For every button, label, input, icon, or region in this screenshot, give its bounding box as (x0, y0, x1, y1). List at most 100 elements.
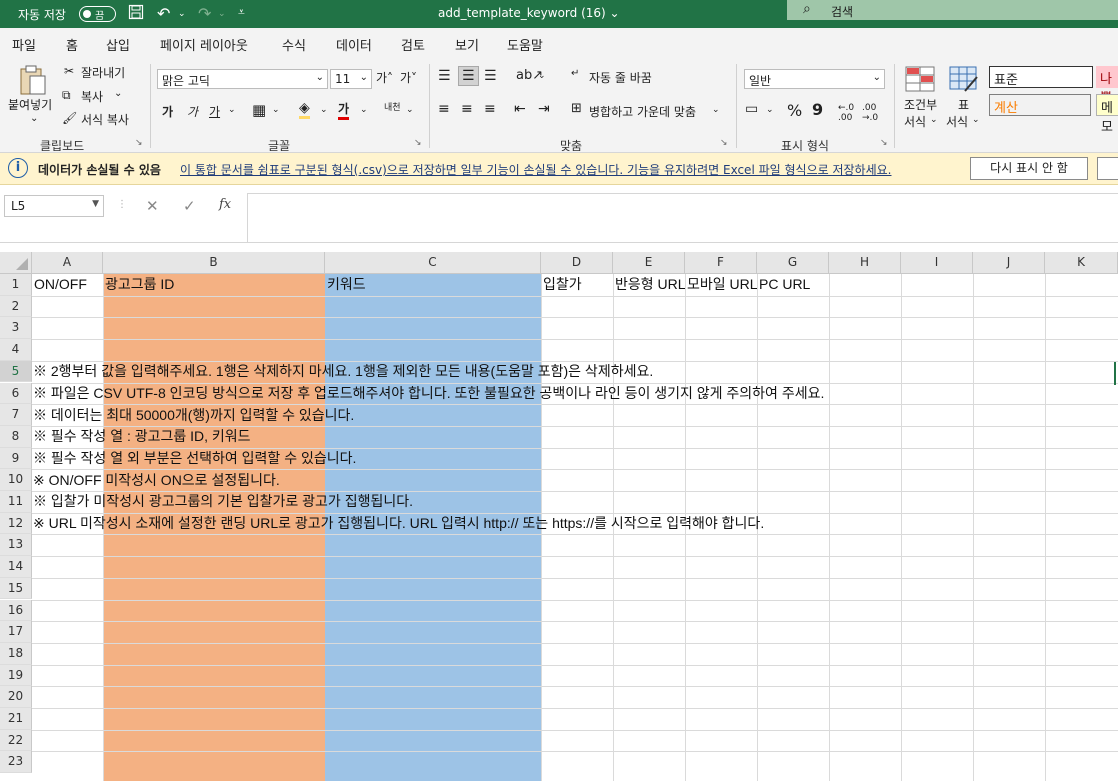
column-header-f[interactable]: F (685, 252, 757, 274)
cell-e1[interactable]: 반응형 URL (613, 274, 685, 295)
align-center-icon[interactable]: ≡ (461, 101, 473, 117)
customize-toolbar-icon[interactable]: ⩡ (238, 5, 245, 20)
row-header[interactable]: 7 (0, 404, 32, 426)
row-header[interactable]: 2 (0, 295, 32, 318)
increase-decimal-icon[interactable]: ←.0.00 (838, 103, 854, 123)
decrease-font-icon[interactable]: 가˅ (400, 69, 417, 86)
style-note[interactable]: 메모 (1096, 94, 1118, 135)
align-bottom-icon[interactable]: ☰ (484, 68, 497, 84)
wrap-text-button[interactable]: 자동 줄 바꿈 (589, 69, 652, 86)
cell-c1[interactable]: 키워드 (325, 274, 541, 295)
tab-help[interactable]: 도움말 (507, 35, 543, 54)
select-all-button[interactable] (0, 252, 32, 274)
column-header-h[interactable]: H (829, 252, 901, 274)
tab-file[interactable]: 파일 (12, 35, 36, 54)
row-header[interactable]: 8 (0, 425, 32, 448)
row-header[interactable]: 23 (0, 751, 32, 774)
column-header-e[interactable]: E (613, 252, 685, 274)
bold-button[interactable]: 가 (162, 103, 173, 120)
row-header[interactable]: 12 (0, 512, 32, 535)
decrease-indent-icon[interactable]: ⇤ (514, 101, 526, 117)
column-header-c[interactable]: C (325, 252, 541, 274)
column-header-k[interactable]: K (1045, 252, 1118, 274)
tab-formulas[interactable]: 수식 (282, 35, 306, 54)
column-header-d[interactable]: D (541, 252, 613, 274)
align-left-icon[interactable]: ≡ (438, 101, 450, 117)
insert-function-icon[interactable]: fx (219, 197, 231, 212)
cell-a9[interactable]: ※ 필수 작성 열 외 부분은 선택하여 입력할 수 있습니다. (33, 448, 356, 469)
number-launcher-icon[interactable]: ↘ (880, 138, 888, 148)
orientation-dropdown-icon[interactable]: ⌄ (538, 71, 546, 81)
style-normal[interactable]: 표준 (989, 66, 1093, 88)
cell-a12[interactable]: ※ URL 미작성시 소재에 설정한 랜딩 URL로 광고가 집행됩니다. UR… (33, 513, 764, 534)
row-header[interactable]: 22 (0, 729, 32, 752)
row-header[interactable]: 13 (0, 534, 32, 557)
increase-font-icon[interactable]: 가˄ (376, 69, 393, 86)
format-as-table-icon[interactable] (949, 66, 979, 95)
conditional-format-button[interactable]: 조건부 (904, 96, 937, 113)
row-header[interactable]: 19 (0, 664, 32, 687)
row-header[interactable]: 5 (0, 360, 32, 383)
row-header[interactable]: 15 (0, 577, 32, 600)
border-dropdown-icon[interactable]: ⌄ (272, 105, 280, 115)
cell-a5[interactable]: ※ 2행부터 값을 입력해주세요. 1행은 삭제하지 마세요. 1행을 제외한 … (33, 361, 653, 382)
column-header-i[interactable]: I (901, 252, 973, 274)
comma-button[interactable]: 9 (812, 100, 823, 119)
increase-indent-icon[interactable]: ⇥ (538, 101, 550, 117)
font-color-dropdown-icon[interactable]: ⌄ (360, 105, 368, 115)
cell-a8[interactable]: ※ 필수 작성 열 : 광고그룹 ID, 키워드 (33, 426, 251, 447)
border-icon[interactable]: ▦ (252, 101, 266, 119)
undo-dropdown-icon[interactable]: ⌄ (178, 9, 186, 19)
fill-color-dropdown-icon[interactable]: ⌄ (320, 105, 328, 115)
cell-a10[interactable]: ※ ON/OFF 미작성시 ON으로 설정됩니다. (33, 470, 280, 491)
tab-review[interactable]: 검토 (401, 35, 425, 54)
format-as-table-sub[interactable]: 서식 (946, 113, 968, 130)
row-header[interactable]: 6 (0, 382, 32, 405)
font-name-select[interactable]: 맑은 고딕 ⌄ (157, 69, 328, 89)
search-box[interactable]: ⌕ 검색 (787, 0, 1118, 20)
font-color-button[interactable]: 가 (338, 100, 350, 120)
row-header[interactable]: 4 (0, 339, 32, 361)
row-header[interactable]: 17 (0, 621, 32, 643)
fill-color-icon[interactable]: ◈ (299, 100, 310, 119)
row-header[interactable]: 14 (0, 556, 32, 578)
save-icon[interactable] (128, 4, 144, 24)
clipboard-launcher-icon[interactable]: ↘ (135, 138, 143, 148)
phonetic-icon[interactable]: 내천 (384, 100, 401, 113)
cell-d1[interactable]: 입찰가 (541, 274, 613, 295)
align-right-icon[interactable]: ≡ (484, 101, 496, 117)
tab-insert[interactable]: 삽입 (106, 35, 130, 54)
italic-button[interactable]: 가 (187, 103, 198, 120)
align-middle-icon[interactable]: ☰ (458, 66, 479, 86)
enter-icon[interactable]: ✓ (183, 197, 196, 215)
row-header[interactable]: 11 (0, 491, 32, 513)
tab-page-layout[interactable]: 페이지 레이아웃 (160, 35, 248, 54)
merge-center-button[interactable]: 병합하고 가운데 맞춤 (589, 103, 696, 120)
paste-icon[interactable] (18, 64, 48, 99)
percent-button[interactable]: % (787, 101, 802, 120)
cut-icon[interactable]: ✂ (64, 64, 74, 78)
paste-dropdown-icon[interactable]: ⌄ (30, 113, 38, 124)
column-header-a[interactable]: A (32, 252, 103, 274)
formula-input[interactable] (247, 193, 1118, 243)
cell-a7[interactable]: ※ 데이터는 최대 50000개(행)까지 입력할 수 있습니다. (33, 405, 354, 426)
format-painter-icon[interactable]: 🖌 (62, 111, 77, 125)
font-size-select[interactable]: 11 ⌄ (330, 69, 372, 89)
accounting-icon[interactable]: ▭ (745, 101, 758, 117)
style-calculation[interactable]: 계산 (989, 94, 1091, 116)
merge-icon[interactable]: ⊞ (571, 101, 582, 116)
row-header[interactable]: 21 (0, 708, 32, 730)
alignment-launcher-icon[interactable]: ↘ (720, 138, 728, 148)
autosave-toggle[interactable]: 끔 (79, 6, 116, 22)
merge-dropdown-icon[interactable]: ⌄ (712, 105, 720, 115)
column-header-b[interactable]: B (103, 252, 325, 274)
cell-a6[interactable]: ※ 파일은 CSV UTF-8 인코딩 방식으로 저장 후 업로드해주셔야 합니… (33, 383, 824, 404)
number-format-select[interactable]: 일반 ⌄ (744, 69, 885, 89)
row-header[interactable]: 9 (0, 447, 32, 470)
cut-button[interactable]: 잘라내기 (81, 64, 125, 81)
paste-button[interactable]: 붙여넣기 (8, 96, 52, 113)
name-box[interactable]: L5 ▼ (4, 195, 104, 217)
underline-button[interactable]: 가 (209, 103, 220, 120)
active-cell-l5[interactable] (1114, 362, 1118, 385)
align-top-icon[interactable]: ☰ (438, 68, 451, 84)
